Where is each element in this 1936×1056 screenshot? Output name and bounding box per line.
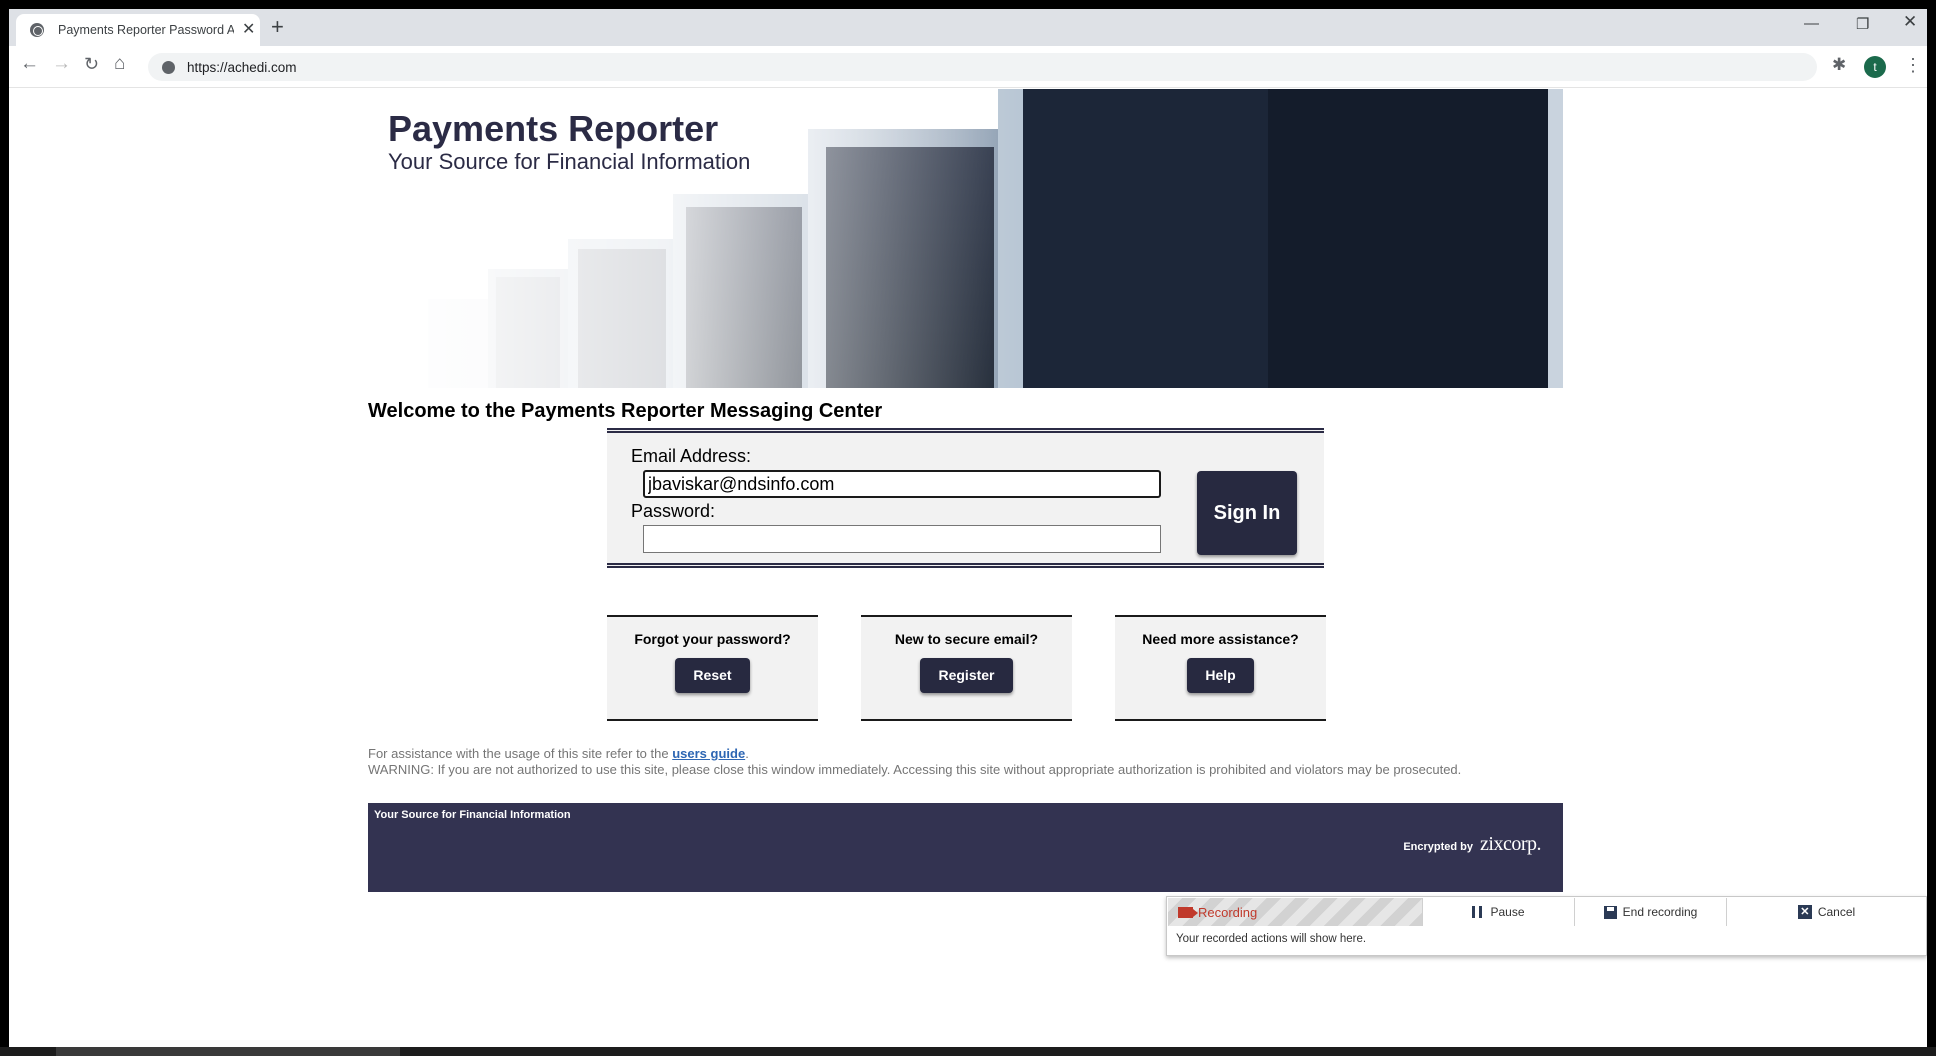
reload-icon[interactable]: ↻ bbox=[84, 55, 99, 73]
minimize-icon[interactable]: — bbox=[1804, 15, 1819, 32]
back-arrow-icon[interactable]: ← bbox=[20, 54, 39, 73]
assistance-note-prefix: For assistance with the usage of this si… bbox=[368, 746, 673, 761]
url-text[interactable]: https://achedi.com bbox=[187, 60, 297, 75]
footer-tagline: Your Source for Financial Information bbox=[374, 809, 571, 821]
site-globe-icon bbox=[30, 23, 44, 37]
cancel-button[interactable]: ✕ Cancel bbox=[1726, 898, 1926, 926]
zixcorp-logo: zixcorp. bbox=[1480, 833, 1541, 855]
home-icon[interactable]: ⌂ bbox=[114, 54, 125, 73]
browser-tab[interactable]: Payments Reporter Password Au ✕ bbox=[16, 14, 260, 46]
page-footer: Your Source for Financial Information En… bbox=[368, 803, 1563, 892]
profile-avatar[interactable]: t bbox=[1864, 56, 1886, 78]
email-label: Email Address: bbox=[631, 446, 752, 466]
help-question: Need more assistance? bbox=[1142, 631, 1299, 647]
end-recording-button[interactable]: End recording bbox=[1574, 898, 1726, 926]
page-content: Payments Reporter Your Source for Financ… bbox=[9, 89, 1927, 1049]
recorder-message: Your recorded actions will show here. bbox=[1176, 933, 1367, 945]
login-form: Email Address: Password: Sign In bbox=[607, 428, 1324, 568]
new-user-question: New to secure email? bbox=[894, 631, 1039, 647]
assistance-note: For assistance with the usage of this si… bbox=[368, 746, 749, 761]
assistance-note-suffix: . bbox=[745, 746, 749, 761]
warning-note: WARNING: If you are not authorized to us… bbox=[368, 762, 1462, 777]
users-guide-link[interactable]: users guide bbox=[672, 746, 745, 761]
pause-icon bbox=[1472, 906, 1483, 918]
recorder-panel: Recording Pause End recording ✕ Cancel Y… bbox=[1166, 896, 1927, 956]
plus-icon[interactable]: + bbox=[271, 16, 284, 38]
recording-label: Recording bbox=[1198, 904, 1258, 920]
os-taskbar bbox=[0, 1047, 1936, 1056]
close-box-icon: ✕ bbox=[1797, 905, 1812, 919]
encryption-badge: Encrypted by zixcorp. bbox=[1403, 833, 1541, 856]
pause-label: Pause bbox=[1490, 905, 1525, 919]
browser-toolbar: ← → ↻ ⌂ https://achedi.com ✱ t ⋮ bbox=[9, 46, 1927, 88]
banner-subtitle: Your Source for Financial Information bbox=[388, 149, 751, 174]
address-bar[interactable]: https://achedi.com bbox=[148, 53, 1817, 81]
help-button[interactable]: Help bbox=[1187, 658, 1254, 693]
reset-button[interactable]: Reset bbox=[675, 658, 750, 693]
forgot-password-question: Forgot your password? bbox=[634, 631, 791, 647]
password-field[interactable] bbox=[643, 525, 1161, 553]
restore-icon[interactable]: ❐ bbox=[1856, 15, 1869, 33]
browser-window: Payments Reporter Password Au ✕ + — ❐ ✕ … bbox=[9, 9, 1927, 1049]
tab-strip: Payments Reporter Password Au ✕ + — ❐ ✕ bbox=[9, 9, 1927, 46]
page-title: Welcome to the Payments Reporter Messagi… bbox=[368, 400, 883, 422]
header-banner: Payments Reporter Your Source for Financ… bbox=[368, 89, 1563, 388]
help-panel: Need more assistance? Help bbox=[1115, 615, 1326, 721]
password-label: Password: bbox=[631, 501, 716, 521]
email-field[interactable] bbox=[643, 470, 1161, 498]
sign-in-button[interactable]: Sign In bbox=[1197, 471, 1297, 555]
end-recording-label: End recording bbox=[1622, 905, 1698, 919]
extensions-icon[interactable]: ✱ bbox=[1832, 55, 1846, 75]
window-close-icon[interactable]: ✕ bbox=[1903, 12, 1917, 32]
register-button[interactable]: Register bbox=[920, 658, 1013, 693]
forward-arrow-icon[interactable]: → bbox=[52, 54, 71, 73]
recording-status: Recording bbox=[1168, 898, 1422, 926]
cancel-label: Cancel bbox=[1817, 905, 1856, 919]
forgot-password-panel: Forgot your password? Reset bbox=[607, 615, 818, 721]
taskbar-item[interactable] bbox=[56, 1047, 400, 1056]
pause-button[interactable]: Pause bbox=[1422, 898, 1574, 926]
encrypted-by-label: Encrypted by bbox=[1403, 841, 1474, 853]
video-camera-icon bbox=[1178, 906, 1198, 918]
new-user-panel: New to secure email? Register bbox=[861, 615, 1072, 721]
save-icon bbox=[1603, 905, 1617, 919]
kebab-menu-icon[interactable]: ⋮ bbox=[1904, 55, 1922, 76]
site-info-icon[interactable] bbox=[162, 60, 175, 74]
close-icon[interactable]: ✕ bbox=[242, 22, 255, 38]
banner-title: Payments Reporter bbox=[388, 108, 719, 149]
tab-title: Payments Reporter Password Au bbox=[58, 23, 234, 37]
